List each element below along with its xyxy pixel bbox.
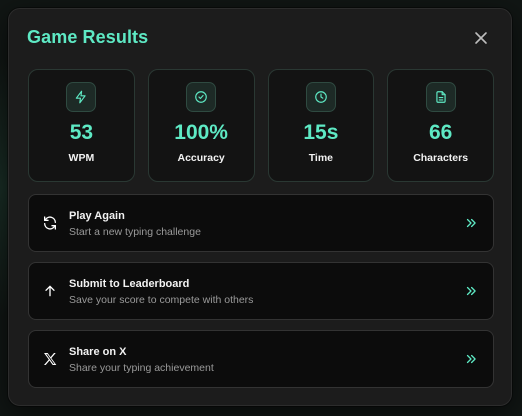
close-button[interactable]: [473, 30, 489, 46]
stats-row: 53 WPM 100% Accuracy 15s Time 66 Charact…: [28, 69, 494, 182]
chevrons-right-icon: [466, 218, 476, 228]
stat-value: 15s: [303, 121, 339, 144]
stat-label: Accuracy: [177, 152, 225, 164]
chevrons-right-icon: [466, 354, 476, 364]
refresh-icon: [44, 216, 56, 230]
action-subtitle: Share your typing achievement: [69, 362, 214, 374]
arrow-up-icon: [45, 285, 55, 297]
share-on-x-button[interactable]: Share on X Share your typing achievement: [28, 330, 494, 388]
document-icon: [425, 82, 456, 112]
modal-title: Game Results: [27, 27, 149, 47]
action-subtitle: Save your score to compete with others: [69, 294, 254, 306]
clock-icon: [305, 82, 336, 112]
stat-value: 66: [428, 121, 453, 144]
action-subtitle: Start a new typing challenge: [69, 226, 201, 238]
stat-card-accuracy: 100% Accuracy: [147, 69, 255, 182]
actions-list: Play Again Start a new typing challenge …: [28, 194, 494, 398]
x-logo-icon: [44, 353, 57, 365]
stat-card-characters: 66 Characters: [387, 69, 494, 182]
action-title: Share on X: [69, 346, 127, 358]
stat-value: 100%: [174, 121, 228, 144]
game-results-modal: Game Results 53 WPM 100% Accuracy 15s Ti…: [8, 8, 512, 406]
stat-card-wpm: 53 WPM: [28, 69, 135, 182]
check-circle-icon: [186, 82, 217, 112]
lightning-icon: [66, 82, 97, 112]
close-icon: [475, 32, 487, 44]
submit-leaderboard-button[interactable]: Submit to Leaderboard Save your score to…: [28, 262, 494, 320]
action-title: Submit to Leaderboard: [69, 278, 190, 290]
stat-value: 53: [69, 121, 94, 144]
stat-label: WPM: [68, 152, 95, 164]
stat-label: Characters: [413, 152, 469, 164]
chevrons-right-icon: [466, 286, 476, 296]
stat-label: Time: [308, 152, 334, 164]
stat-card-time: 15s Time: [267, 69, 375, 182]
action-title: Play Again: [69, 210, 125, 222]
play-again-button[interactable]: Play Again Start a new typing challenge: [28, 194, 494, 252]
